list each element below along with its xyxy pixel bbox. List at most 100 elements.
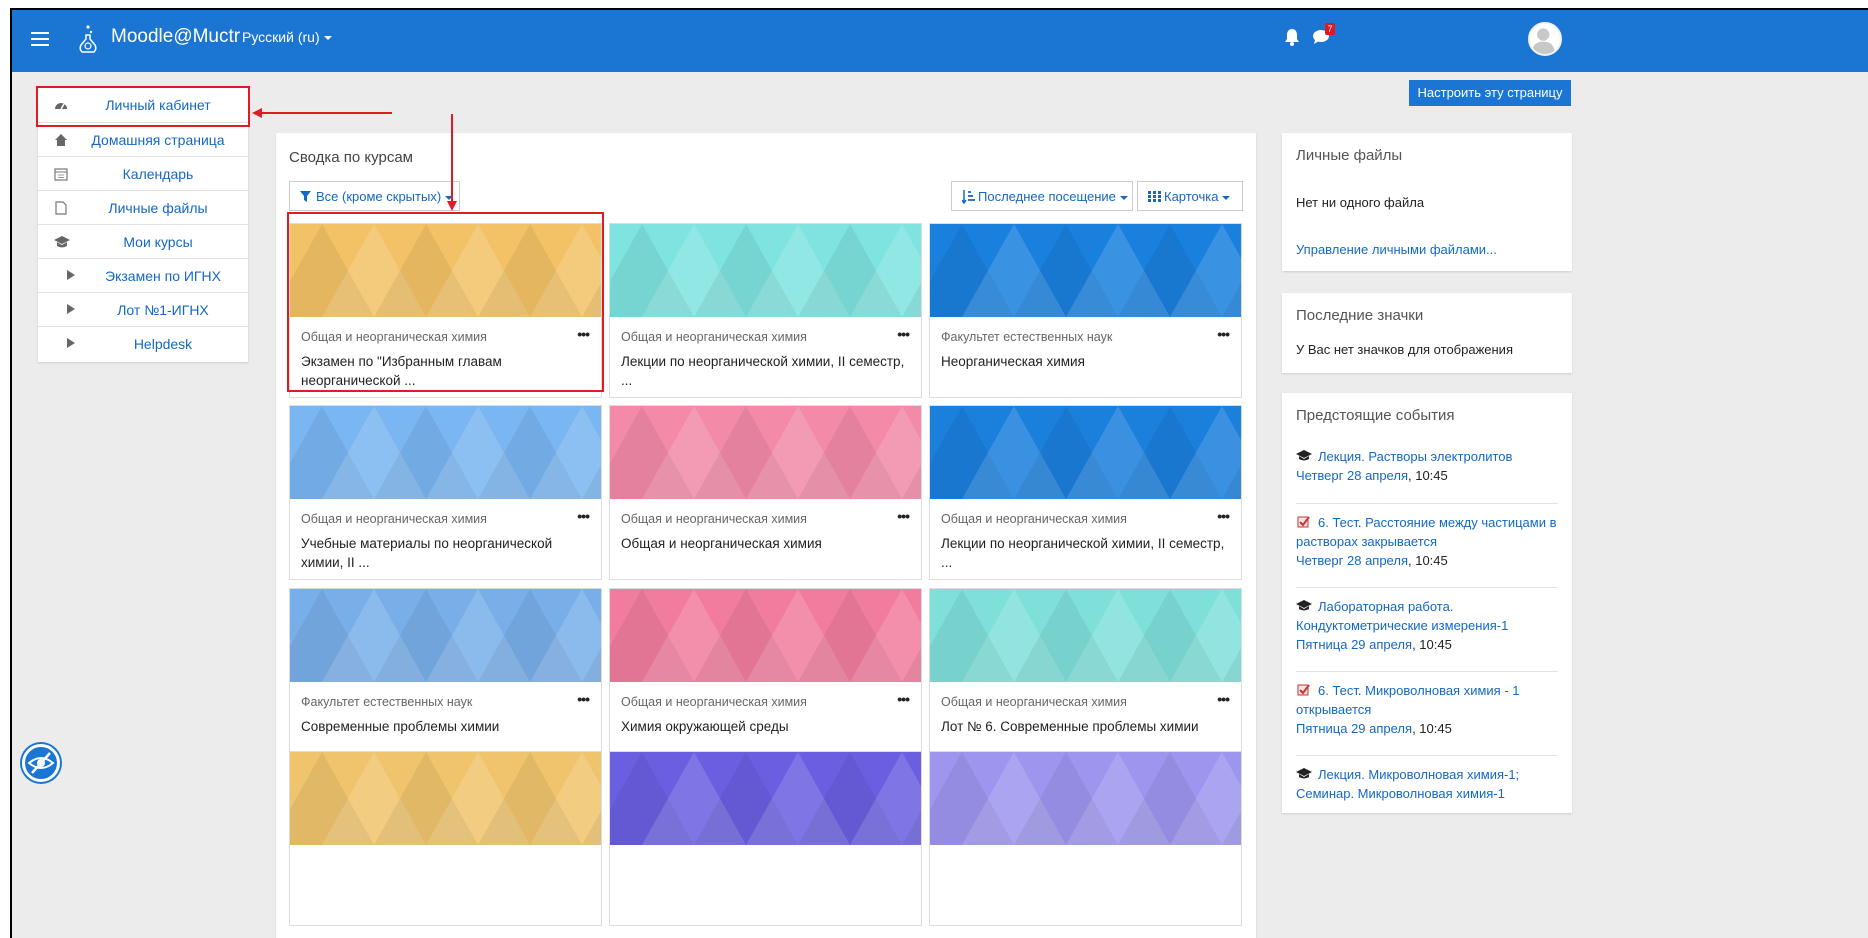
sidebar-item-label: Календарь [122, 166, 194, 182]
chevron-down-icon [323, 36, 332, 41]
course-card[interactable] [929, 751, 1242, 926]
course-image[interactable] [290, 752, 601, 845]
course-image[interactable] [930, 224, 1241, 317]
course-card[interactable]: Общая и неорганическая химия ••• Химия окр… [609, 588, 922, 763]
event-name[interactable]: Лекция. Микроволновая химия-1; Семинар. … [1296, 767, 1519, 801]
course-category: Общая и неорганическая химия [621, 330, 807, 344]
more-actions-icon[interactable]: ••• [897, 326, 910, 342]
sidebar-item-home[interactable]: Домашняя страница [38, 122, 248, 156]
course-card[interactable]: Общая и неорганическая химия ••• Общая и н… [609, 405, 922, 580]
sidebar-item-label: Лот №1-ИГНХ [117, 302, 209, 318]
course-card[interactable] [289, 751, 602, 926]
site-name[interactable]: Moodle@Muctr [111, 26, 240, 48]
course-card[interactable]: Факультет естественных наук ••• Современны… [289, 588, 602, 763]
graduation-cap-icon [1296, 450, 1312, 461]
course-card[interactable] [609, 751, 922, 926]
event-time: , 10:45 [1408, 553, 1448, 568]
sidebar-item-helpdesk[interactable]: Helpdesk [38, 326, 248, 360]
top-navbar: Moodle@Muctr Русский ‎(ru)‎ 7 [12, 10, 1868, 72]
divider [1296, 587, 1558, 588]
calendar-icon [54, 167, 68, 181]
message-count-badge: 7 [1325, 23, 1335, 35]
event-item[interactable]: Лекция. Микроволновая химия-1; Семинар. … [1296, 765, 1558, 803]
logo-icon[interactable] [78, 23, 98, 55]
course-image[interactable] [930, 752, 1241, 845]
user-avatar[interactable] [1528, 22, 1562, 56]
graduation-cap-icon [1296, 768, 1312, 779]
course-title[interactable]: Лот № 6. Современные проблемы химии [941, 717, 1227, 736]
course-category: Общая и неорганическая химия [301, 512, 487, 526]
language-menu[interactable]: Русский ‎(ru)‎ [242, 29, 332, 45]
course-card[interactable]: Общая и неорганическая химия ••• Учебные м… [289, 405, 602, 580]
filter-icon [300, 191, 311, 202]
event-date[interactable]: Пятница 29 апреля [1296, 637, 1412, 652]
sidebar-item-calendar[interactable]: Календарь [38, 156, 248, 190]
user-icon [1531, 28, 1555, 54]
course-card[interactable]: Общая и неорганическая химия ••• Лот № 6. … [929, 588, 1242, 763]
course-title[interactable]: Лекции по неорганической химии, II семес… [941, 534, 1227, 572]
menu-toggle-icon[interactable] [31, 32, 49, 46]
left-navigation: Личный кабинет Домашняя страница Календа… [38, 88, 248, 362]
event-name[interactable]: Лекция. Растворы электролитов [1318, 449, 1512, 464]
course-card[interactable]: Общая и неорганическая химия ••• Лекции по… [929, 405, 1242, 580]
more-actions-icon[interactable]: ••• [1217, 508, 1230, 524]
event-name[interactable]: 6. Тест. Расстояние между частицами в ра… [1296, 515, 1557, 549]
course-image[interactable] [290, 406, 601, 499]
more-actions-icon[interactable]: ••• [897, 508, 910, 524]
more-actions-icon[interactable]: ••• [577, 508, 590, 524]
course-card[interactable]: Факультет естественных наук ••• Неорганиче… [929, 223, 1242, 398]
more-actions-icon[interactable]: ••• [1217, 326, 1230, 342]
course-category: Общая и неорганическая химия [621, 512, 807, 526]
course-title[interactable]: Химия окружающей среды [621, 717, 907, 736]
event-item[interactable]: Лекция. Растворы электролитов Четверг 28 … [1296, 447, 1558, 485]
sidebar-item-course-lot[interactable]: Лот №1-ИГНХ [38, 292, 248, 326]
course-filter-dropdown[interactable]: Все (кроме скрытых) [289, 181, 460, 211]
course-image[interactable] [290, 589, 601, 682]
course-category: Факультет естественных наук [301, 695, 473, 709]
sidebar-item-label: Мои курсы [123, 234, 193, 250]
course-image[interactable] [610, 589, 921, 682]
more-actions-icon[interactable]: ••• [1217, 691, 1230, 707]
sort-dropdown[interactable]: Последнее посещение [951, 181, 1133, 211]
divider [1296, 755, 1558, 756]
annotation-arrow [260, 112, 392, 114]
course-card[interactable]: Общая и неорганическая химия ••• Лекции по… [609, 223, 922, 398]
event-name[interactable]: Лабораторная работа. Кондуктометрические… [1296, 599, 1508, 633]
event-name[interactable]: 6. Тест. Микроволновая химия - 1 открыва… [1296, 683, 1520, 717]
more-actions-icon[interactable]: ••• [897, 691, 910, 707]
course-image[interactable] [930, 406, 1241, 499]
divider [1296, 671, 1558, 672]
course-title[interactable]: Неорганическая химия [941, 352, 1227, 371]
course-title[interactable]: Учебные материалы по неорганической хими… [301, 534, 587, 572]
annotation-highlight-box [36, 86, 250, 127]
eye-slash-icon [27, 752, 55, 774]
course-image[interactable] [610, 752, 921, 845]
manage-files-link[interactable]: Управление личными файлами... [1296, 242, 1497, 257]
block-title: Последние значки [1296, 307, 1424, 324]
course-image[interactable] [930, 589, 1241, 682]
course-image[interactable] [610, 224, 921, 317]
home-icon [54, 133, 68, 147]
event-date[interactable]: Четверг 28 апреля [1296, 468, 1408, 483]
course-title[interactable]: Лекции по неорганической химии, II семес… [621, 352, 907, 390]
sidebar-item-my-courses[interactable]: Мои курсы [38, 224, 248, 258]
event-date[interactable]: Четверг 28 апреля [1296, 553, 1408, 568]
event-item[interactable]: 6. Тест. Расстояние между частицами в ра… [1296, 513, 1558, 570]
sidebar-item-course-exam[interactable]: Экзамен по ИГНХ [38, 258, 248, 292]
sidebar-item-private-files[interactable]: Личные файлы [38, 190, 248, 224]
event-time: , 10:45 [1412, 637, 1452, 652]
course-image[interactable] [610, 406, 921, 499]
customize-page-button[interactable]: Настроить эту страницу [1409, 80, 1571, 106]
accessibility-toggle[interactable] [22, 744, 60, 782]
more-actions-icon[interactable]: ••• [577, 691, 590, 707]
event-item[interactable]: Лабораторная работа. Кондуктометрические… [1296, 597, 1558, 654]
event-date[interactable]: Пятница 29 апреля [1296, 721, 1412, 736]
course-category: Факультет естественных наук [941, 330, 1113, 344]
course-category: Общая и неорганическая химия [941, 695, 1127, 709]
bell-icon[interactable] [1284, 28, 1300, 46]
event-item[interactable]: 6. Тест. Микроволновая химия - 1 открыва… [1296, 681, 1558, 738]
view-mode-dropdown[interactable]: Карточка [1137, 181, 1243, 211]
course-title[interactable]: Современные проблемы химии [301, 717, 587, 736]
annotation-arrow-head [447, 201, 457, 211]
course-title[interactable]: Общая и неорганическая химия [621, 534, 907, 553]
